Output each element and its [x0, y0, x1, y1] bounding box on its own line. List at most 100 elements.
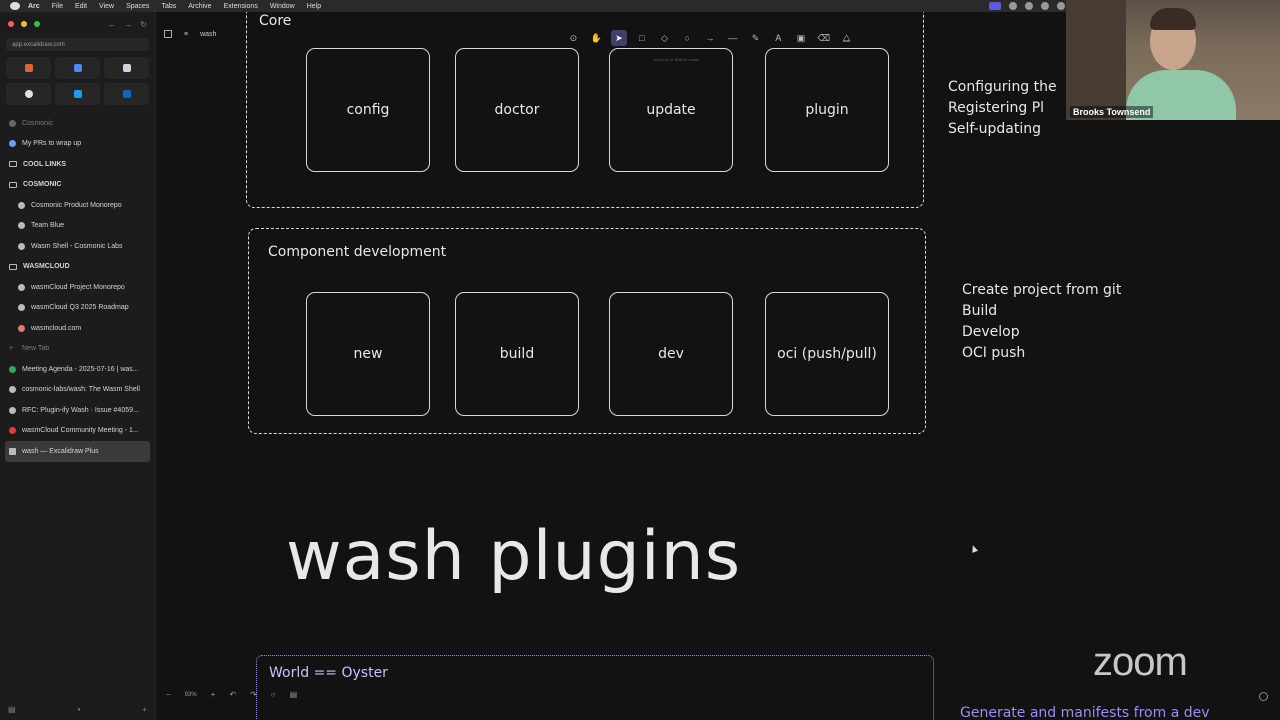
sidebar-toggle-icon[interactable]	[164, 30, 172, 38]
folder-cosmonic[interactable]: COSMONIC	[0, 175, 155, 196]
github-icon	[18, 201, 25, 209]
favorite-tab[interactable]	[104, 57, 149, 79]
apple-icon[interactable]	[10, 2, 20, 10]
new-tab-button[interactable]: + New Tab	[0, 339, 155, 360]
menu-file[interactable]: File	[52, 3, 63, 10]
sidebar-item-team-blue[interactable]: Team Blue	[0, 216, 155, 237]
browser-sidebar: ← → ↻ app.excalidraw.com Cosmonic My PRs…	[0, 12, 156, 720]
plugin-box[interactable]: plugin	[765, 48, 889, 172]
folder-icon	[9, 161, 17, 168]
forward-icon[interactable]: →	[124, 20, 132, 29]
status-icon[interactable]	[1057, 2, 1065, 10]
close-window-button[interactable]	[8, 21, 14, 27]
space-dot-icon[interactable]: •	[78, 705, 81, 714]
favicon-icon	[18, 324, 25, 332]
url-bar[interactable]: app.excalidraw.com	[6, 38, 149, 51]
sidebar-item-roadmap[interactable]: wasmCloud Q3 2025 Roadmap	[0, 298, 155, 319]
status-icon[interactable]	[1041, 2, 1049, 10]
favicon-icon	[9, 365, 16, 373]
undo-icon[interactable]: ↶	[229, 690, 236, 699]
folder-icon	[9, 263, 17, 270]
core-frame-title: Core	[259, 13, 292, 29]
component-frame-title: Component development	[268, 244, 447, 260]
menu-help[interactable]: Help	[307, 3, 321, 10]
wash-plugins-heading[interactable]: wash plugins	[286, 517, 741, 596]
doctor-box[interactable]: doctor	[455, 48, 579, 172]
menu-view[interactable]: View	[99, 3, 114, 10]
status-icon[interactable]	[1009, 2, 1017, 10]
favorite-tab[interactable]	[55, 83, 100, 105]
add-icon[interactable]: +	[142, 705, 147, 714]
favorite-tab[interactable]	[6, 83, 51, 105]
maximize-window-button[interactable]	[34, 21, 40, 27]
favicon-icon	[73, 64, 82, 72]
sidebar-item-monorepo[interactable]: Cosmonic Product Monorepo	[0, 195, 155, 216]
favorite-tab[interactable]	[104, 83, 149, 105]
tab-community-meeting[interactable]: wasmCloud Community Meeting - 1...	[0, 421, 155, 442]
menu-spaces[interactable]: Spaces	[126, 3, 149, 10]
github-icon	[9, 406, 16, 414]
zoom-out-icon[interactable]: −	[166, 690, 171, 699]
back-icon[interactable]: ←	[108, 20, 116, 29]
cutoff-note[interactable]: Generate and manifests from a dev	[960, 705, 1210, 720]
favorite-tab[interactable]	[55, 57, 100, 79]
folder-cool-links[interactable]: COOL LINKS	[0, 154, 155, 175]
github-icon	[18, 242, 25, 250]
zoom-in-icon[interactable]: +	[211, 690, 216, 699]
build-box[interactable]: build	[455, 292, 579, 416]
archive-icon[interactable]: ▤	[8, 705, 16, 714]
menu-arc[interactable]: Arc	[28, 3, 40, 10]
help-icon[interactable]	[1259, 692, 1268, 701]
oyster-frame-title: World == Oyster	[269, 665, 388, 681]
menu-archive[interactable]: Archive	[188, 3, 211, 10]
tab-excalidraw[interactable]: wash — Excalidraw Plus	[5, 441, 150, 462]
sidebar-item-prs[interactable]: My PRs to wrap up	[0, 134, 155, 155]
favorite-tab[interactable]	[6, 57, 51, 79]
bluesky-icon	[73, 90, 82, 98]
document-name[interactable]: wash	[200, 31, 216, 38]
pinned-favorites	[6, 57, 149, 105]
new-box[interactable]: new	[306, 292, 430, 416]
comment-icon[interactable]: ○	[271, 690, 276, 699]
canvas-header: ≡ wash	[164, 30, 216, 38]
sidebar-item-wasmcloud-site[interactable]: wasmcloud.com	[0, 318, 155, 339]
folder-icon	[9, 181, 17, 188]
menu-tabs[interactable]: Tabs	[161, 3, 176, 10]
minimize-window-button[interactable]	[21, 21, 27, 27]
reload-icon[interactable]: ↻	[140, 20, 147, 29]
space-icon	[9, 119, 16, 127]
sidebar-item-wasm-shell[interactable]: Wasm Shell - Cosmonic Labs	[0, 236, 155, 257]
mouse-cursor-icon	[969, 544, 979, 553]
menu-extensions[interactable]: Extensions	[224, 3, 258, 10]
tab-meeting-agenda[interactable]: Meeting Agenda - 2025-07-16 | was...	[0, 359, 155, 380]
menu-edit[interactable]: Edit	[75, 3, 87, 10]
participant-name: Brooks Townsend	[1070, 106, 1154, 118]
zoom-level[interactable]: 93%	[185, 692, 197, 698]
core-notes[interactable]: Configuring the Registering Pl Self-upda…	[948, 77, 1057, 140]
github-icon	[24, 90, 33, 98]
menu-window[interactable]: Window	[270, 3, 295, 10]
window-controls: ← → ↻	[0, 12, 155, 36]
library-icon[interactable]: ▤	[290, 690, 298, 699]
person-hair	[1150, 8, 1196, 30]
redo-icon[interactable]: ↷	[250, 690, 257, 699]
folder-wasmcloud[interactable]: WASMCLOUD	[0, 257, 155, 278]
excalidraw-icon	[9, 447, 16, 455]
status-icon[interactable]	[1025, 2, 1033, 10]
screen-share-icon[interactable]	[989, 2, 1001, 10]
tab-rfc-issue[interactable]: RFC: Plugin-ify Wash · Issue #4059...	[0, 400, 155, 421]
oci-box[interactable]: oci (push/pull)	[765, 292, 889, 416]
space-label: Cosmonic	[0, 113, 155, 134]
dev-box[interactable]: dev	[609, 292, 733, 416]
status-icons	[989, 2, 1065, 10]
component-notes[interactable]: Create project from git Build Develop OC…	[962, 280, 1121, 364]
github-icon	[9, 386, 16, 394]
background-wall	[1066, 0, 1126, 120]
github-icon	[18, 283, 25, 291]
webcam-video: Brooks Townsend	[1066, 0, 1280, 120]
config-box[interactable]: config	[306, 48, 430, 172]
update-box[interactable]: update	[609, 48, 733, 172]
menu-icon[interactable]: ≡	[184, 31, 188, 38]
sidebar-item-wasmcloud-monorepo[interactable]: wasmCloud Project Monorepo	[0, 277, 155, 298]
tab-wash-repo[interactable]: cosmonic-labs/wash: The Wasm Shell	[0, 380, 155, 401]
